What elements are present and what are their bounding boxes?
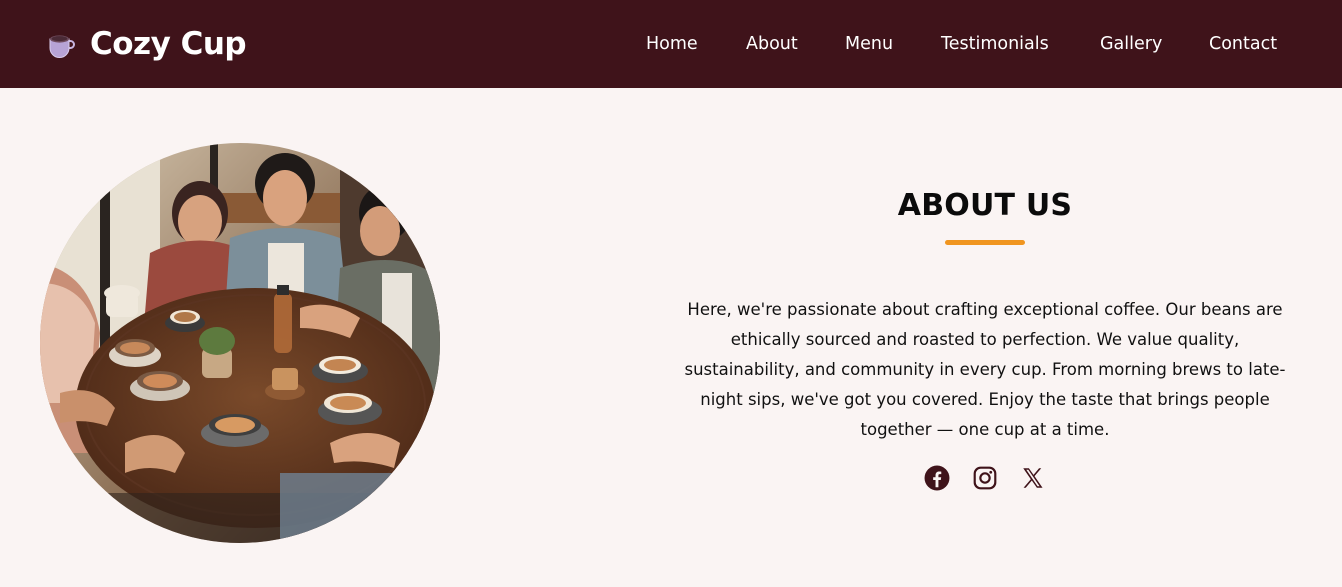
nav-item-testimonials[interactable]: Testimonials	[941, 30, 1049, 58]
title-underline	[945, 240, 1025, 245]
friends-drinking-coffee-photo	[40, 143, 440, 543]
about-title: ABOUT US	[897, 188, 1073, 223]
brand-logo-link[interactable]: Cozy Cup	[46, 24, 247, 64]
facebook-link[interactable]	[924, 465, 950, 491]
nav-item-menu[interactable]: Menu	[845, 30, 893, 58]
coffee-cup-icon	[49, 35, 75, 58]
instagram-link[interactable]	[972, 465, 998, 491]
social-links	[660, 465, 1310, 491]
about-description: Here, we're passionate about crafting ex…	[684, 300, 1286, 439]
nav-item-contact[interactable]: Contact	[1209, 30, 1277, 58]
nav-item-home[interactable]: Home	[646, 30, 698, 58]
x-twitter-icon	[1023, 468, 1043, 488]
x-twitter-link[interactable]	[1020, 465, 1046, 491]
nav-item-about[interactable]: About	[746, 30, 798, 58]
about-photo	[40, 143, 440, 543]
about-content: ABOUT US Here, we're passionate about cr…	[660, 180, 1310, 491]
site-header: Cozy Cup Home About Menu Testimonials Ga…	[0, 0, 1342, 88]
nav-item-gallery[interactable]: Gallery	[1100, 30, 1162, 58]
instagram-icon	[973, 466, 997, 490]
brand-name: Cozy Cup	[90, 26, 247, 62]
facebook-icon	[924, 465, 950, 491]
